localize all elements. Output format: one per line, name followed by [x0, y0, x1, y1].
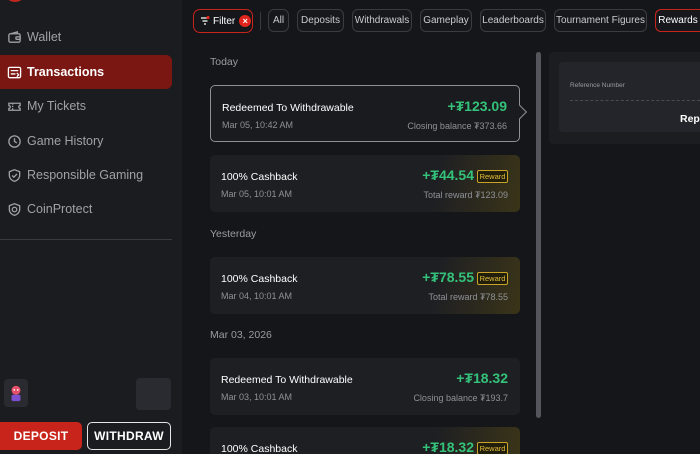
sidebar-item-label: Transactions	[27, 65, 105, 79]
tab-deposits[interactable]: Deposits	[297, 9, 344, 32]
transaction-amount: +₮123.09	[447, 98, 507, 114]
transaction-date: Mar 04, 10:01 AM	[221, 291, 293, 301]
transaction-total-reward: Total reward ₮123.09	[423, 190, 508, 200]
reward-badge: Reward	[477, 272, 508, 285]
sidebar-item-label: Game History	[27, 134, 104, 148]
transaction-closing-balance: Closing balance ₮193.7	[413, 393, 508, 403]
transaction-card[interactable]: 100% Cashback +₮18.32 Reward	[210, 427, 520, 454]
transaction-total-reward: Total reward ₮78.55	[428, 292, 508, 302]
transaction-card[interactable]: Redeemed To Withdrawable Mar 05, 10:42 A…	[210, 85, 528, 142]
transaction-title: 100% Cashback	[221, 171, 298, 183]
tab-rewards[interactable]: Rewards	[655, 9, 700, 32]
section-label-today: Today	[210, 56, 239, 68]
sidebar-item-game-history[interactable]: Game History	[0, 124, 172, 158]
avatar[interactable]	[4, 379, 28, 407]
wallet-icon	[6, 29, 22, 45]
transaction-detail-panel: Reference Number Repo	[549, 52, 700, 144]
ticket-icon	[6, 98, 22, 114]
transaction-amount: +₮18.32	[422, 439, 474, 454]
reward-badge: Reward	[477, 170, 508, 183]
reward-badge: Reward	[477, 442, 508, 454]
transaction-amount: +₮78.55	[422, 269, 474, 285]
sidebar-item-wallet[interactable]: Wallet	[0, 20, 172, 54]
clock-icon	[6, 133, 22, 149]
filter-separator	[260, 12, 261, 30]
withdraw-button[interactable]: WITHDRAW	[87, 422, 171, 450]
profile-placeholder[interactable]	[136, 378, 171, 410]
sidebar-divider	[0, 239, 172, 240]
transaction-date: Mar 03, 10:01 AM	[221, 392, 293, 402]
transaction-title: 100% Cashback	[221, 273, 298, 285]
selected-pointer-icon	[512, 104, 528, 120]
brand-logo[interactable]	[4, 0, 26, 2]
tab-gameplay[interactable]: Gameplay	[420, 9, 472, 32]
transaction-title: 100% Cashback	[221, 443, 298, 454]
detail-reference-box: Reference Number Repo	[559, 62, 700, 132]
sidebar: Wallet Transactions My Tickets Game Hist…	[0, 0, 182, 454]
section-label-yesterday: Yesterday	[210, 228, 257, 240]
sidebar-item-label: My Tickets	[27, 99, 87, 113]
transactions-icon	[6, 64, 22, 80]
transaction-amount: +₮18.32	[456, 370, 508, 386]
sidebar-item-label: CoinProtect	[27, 202, 93, 216]
filter-label: Filter	[213, 15, 236, 27]
transaction-card[interactable]: 100% Cashback Mar 05, 10:01 AM +₮44.54 R…	[210, 155, 520, 212]
transaction-amount: +₮44.54	[422, 167, 474, 183]
section-label-date: Mar 03, 2026	[210, 329, 272, 341]
transaction-card[interactable]: 100% Cashback Mar 04, 10:01 AM +₮78.55 R…	[210, 257, 520, 314]
list-scrollbar[interactable]	[536, 52, 541, 418]
clear-filter-icon[interactable]: ×	[239, 15, 252, 27]
sidebar-item-responsible-gaming[interactable]: Responsible Gaming	[0, 158, 172, 192]
transaction-title: Redeemed To Withdrawable	[221, 374, 353, 386]
transaction-card[interactable]: Redeemed To Withdrawable Mar 03, 10:01 A…	[210, 358, 520, 415]
filter-button[interactable]: Filter ×	[193, 9, 253, 33]
shield-check-icon	[6, 167, 22, 183]
transaction-closing-balance: Closing balance ₮373.66	[407, 121, 507, 131]
sidebar-item-my-tickets[interactable]: My Tickets	[0, 89, 172, 123]
tab-tournament-figures[interactable]: Tournament Figures	[554, 9, 647, 32]
transaction-date: Mar 05, 10:01 AM	[221, 189, 293, 199]
tab-leaderboards[interactable]: Leaderboards	[480, 9, 546, 32]
tab-withdrawals[interactable]: Withdrawals	[352, 9, 412, 32]
avatar-character-icon	[11, 385, 21, 402]
transaction-title: Redeemed To Withdrawable	[222, 102, 354, 114]
sidebar-item-label: Responsible Gaming	[27, 168, 144, 182]
transaction-date: Mar 05, 10:42 AM	[222, 120, 294, 130]
reference-number-label: Reference Number	[570, 82, 625, 89]
deposit-button[interactable]: DEPOSIT	[0, 422, 82, 450]
sidebar-item-transactions[interactable]: Transactions	[0, 55, 172, 89]
filter-icon	[200, 15, 210, 26]
sidebar-item-label: Wallet	[27, 30, 62, 44]
shield-coin-icon	[6, 201, 22, 217]
tab-all[interactable]: All	[268, 9, 289, 32]
detail-title: Repo	[680, 113, 700, 125]
sidebar-item-coinprotect[interactable]: CoinProtect	[0, 192, 172, 226]
detail-dashed-divider	[570, 100, 700, 101]
